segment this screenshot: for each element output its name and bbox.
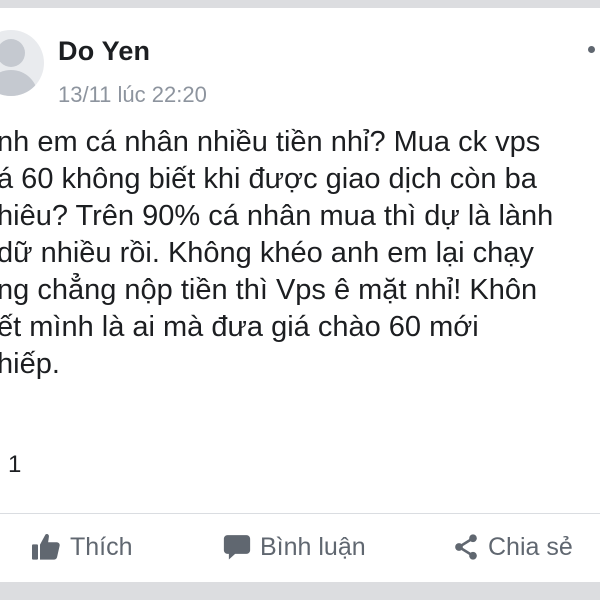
post-card: Do Yen 13/11 lúc 22:20 nh em cá nhân nhi… — [0, 8, 600, 582]
bottom-separator — [0, 582, 600, 600]
avatar-body — [0, 70, 38, 96]
thumbs-up-icon — [30, 531, 62, 563]
top-separator — [0, 0, 600, 8]
post-timestamp[interactable]: 13/11 lúc 22:20 — [58, 82, 207, 108]
post-text-line: dữ nhiều rồi. Không khéo anh em lại chạy — [0, 237, 534, 269]
post-text-line: ng chẳng nộp tiền thì Vps ê mặt nhỉ! Khô… — [0, 274, 538, 306]
reaction-count[interactable]: 1 — [8, 451, 21, 479]
comment-button[interactable]: Bình luận — [222, 530, 366, 564]
action-divider — [0, 513, 600, 514]
author-name[interactable]: Do Yen — [58, 36, 150, 67]
default-avatar-icon[interactable] — [0, 30, 44, 96]
like-label: Thích — [70, 532, 133, 561]
speech-bubble-icon — [222, 532, 252, 562]
avatar-head — [0, 39, 25, 67]
like-button[interactable]: Thích — [30, 530, 133, 564]
share-icon — [452, 533, 480, 561]
post-text-line: hiếp. — [0, 348, 60, 380]
comment-label: Bình luận — [260, 532, 366, 561]
post-text-line: nh em cá nhân nhiều tiền nhỉ? Mua ck vps — [0, 126, 541, 158]
post-text-line: á 60 không biết khi được giao dịch còn b… — [0, 163, 537, 195]
more-options-icon[interactable] — [588, 46, 595, 53]
post-text-line: hiêu? Trên 90% cá nhân mua thì dự là làn… — [0, 200, 554, 232]
post-text-line: ết mình là ai mà đưa giá chào 60 mới — [0, 311, 479, 343]
share-label: Chia sẻ — [488, 532, 573, 561]
share-button[interactable]: Chia sẻ — [452, 530, 573, 564]
